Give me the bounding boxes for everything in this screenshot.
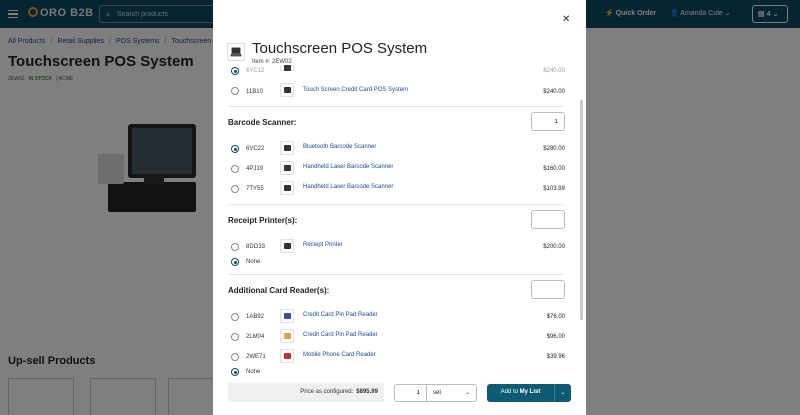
option-radio[interactable] bbox=[231, 333, 239, 341]
option-radio[interactable] bbox=[231, 353, 239, 361]
option-sku: 8DO33 bbox=[246, 244, 266, 250]
price-configured-label: Price as configured: bbox=[300, 389, 354, 395]
section-divider bbox=[228, 106, 565, 107]
option-image-glyph bbox=[284, 353, 291, 359]
option-radio-none[interactable] bbox=[231, 258, 239, 266]
option-sku: 1AB92 bbox=[246, 314, 265, 320]
option-image bbox=[280, 181, 294, 195]
option-product-link[interactable]: Mobile Phone Card Reader bbox=[303, 352, 376, 358]
close-icon[interactable]: ✕ bbox=[562, 14, 570, 25]
unit-value: set bbox=[433, 390, 442, 396]
option-image bbox=[280, 83, 294, 97]
option-image bbox=[280, 309, 294, 323]
option-image bbox=[280, 65, 294, 71]
card-readers-qty-input[interactable] bbox=[531, 280, 565, 299]
chevron-down-icon: ⌄ bbox=[560, 390, 566, 396]
option-product-link[interactable]: Credit Card Pin Pad Reader bbox=[303, 312, 378, 318]
option-sku: 4PJ19 bbox=[246, 166, 264, 172]
option-image-glyph bbox=[284, 65, 291, 71]
option-price: $200.00 bbox=[543, 244, 565, 250]
option-image-glyph bbox=[284, 333, 291, 339]
dialog-title: Touchscreen POS System bbox=[252, 40, 428, 57]
option-product-link[interactable]: Credit Card Pin Pad Reader bbox=[303, 332, 378, 338]
option-price: $96.00 bbox=[546, 334, 565, 340]
option-image bbox=[280, 239, 294, 253]
option-image-glyph bbox=[284, 185, 291, 191]
option-image bbox=[280, 141, 294, 155]
option-price: $76.00 bbox=[546, 314, 565, 320]
option-radio[interactable] bbox=[231, 165, 239, 173]
price-as-configured: Price as configured: $895.99 bbox=[228, 383, 384, 402]
section-divider bbox=[228, 274, 565, 275]
option-image-glyph bbox=[284, 165, 291, 171]
option-radio[interactable] bbox=[231, 313, 239, 321]
option-image-glyph bbox=[284, 313, 291, 319]
add-to-list-button[interactable]: Add to My List bbox=[487, 384, 554, 402]
option-product-link[interactable]: Handheld Laser Barcode Scanner bbox=[303, 184, 393, 190]
option-product-link[interactable]: Bluetooth Barcode Scanner bbox=[303, 144, 376, 150]
option-image-glyph bbox=[284, 87, 291, 93]
option-price: $103.99 bbox=[543, 186, 565, 192]
quantity-input[interactable] bbox=[394, 384, 427, 402]
group-label-barcode-scanner: Barcode Scanner: bbox=[228, 118, 297, 127]
price-configured-value: $895.99 bbox=[356, 389, 378, 395]
option-price: $240.00 bbox=[543, 68, 565, 74]
option-none-label: None bbox=[246, 369, 261, 375]
unit-select[interactable]: set ⌄ bbox=[426, 384, 477, 402]
option-product-link[interactable]: Receipt Printer bbox=[303, 242, 343, 248]
section-divider bbox=[228, 204, 565, 205]
option-radio[interactable] bbox=[231, 185, 239, 193]
option-sku: 7TY55 bbox=[246, 186, 264, 192]
option-image bbox=[280, 349, 294, 363]
option-price: $240.00 bbox=[543, 89, 565, 95]
add-button-prefix: Add to bbox=[500, 389, 518, 395]
option-sku: 2LM04 bbox=[246, 334, 265, 340]
barcode-scanner-qty-input[interactable] bbox=[531, 112, 565, 131]
option-sku: 6VC22 bbox=[246, 146, 265, 152]
option-price: $160.00 bbox=[543, 166, 565, 172]
option-image-glyph bbox=[284, 145, 291, 151]
option-product-link[interactable]: Handheld Laser Barcode Scanner bbox=[303, 164, 393, 170]
option-radio[interactable] bbox=[231, 67, 239, 75]
add-options-dropdown[interactable]: ⌄ bbox=[554, 384, 571, 402]
product-thumbnail bbox=[227, 43, 245, 61]
option-sku: 11B10 bbox=[246, 89, 263, 95]
chevron-down-icon: ⌄ bbox=[464, 390, 470, 396]
option-radio[interactable] bbox=[231, 87, 239, 95]
option-price: $39.96 bbox=[546, 354, 565, 360]
group-label-receipt-printer: Receipt Printer(s): bbox=[228, 216, 298, 225]
option-sku: 6YC12 bbox=[246, 68, 265, 74]
receipt-printer-qty-input[interactable] bbox=[531, 210, 565, 229]
add-button-target: My List bbox=[519, 389, 541, 395]
option-radio-none[interactable] bbox=[231, 368, 239, 376]
option-none-label: None bbox=[246, 259, 261, 265]
option-sku: 2WE71 bbox=[246, 354, 266, 360]
option-price: $280.00 bbox=[543, 146, 565, 152]
option-image bbox=[280, 161, 294, 175]
option-radio[interactable] bbox=[231, 243, 239, 251]
group-label-card-readers: Additional Card Reader(s): bbox=[228, 286, 330, 295]
option-radio[interactable] bbox=[231, 145, 239, 153]
option-image-glyph bbox=[284, 243, 291, 249]
scrollbar[interactable] bbox=[580, 100, 583, 320]
option-image bbox=[280, 329, 294, 343]
option-product-link[interactable]: Touch Screen Credit Card POS System bbox=[303, 87, 408, 93]
